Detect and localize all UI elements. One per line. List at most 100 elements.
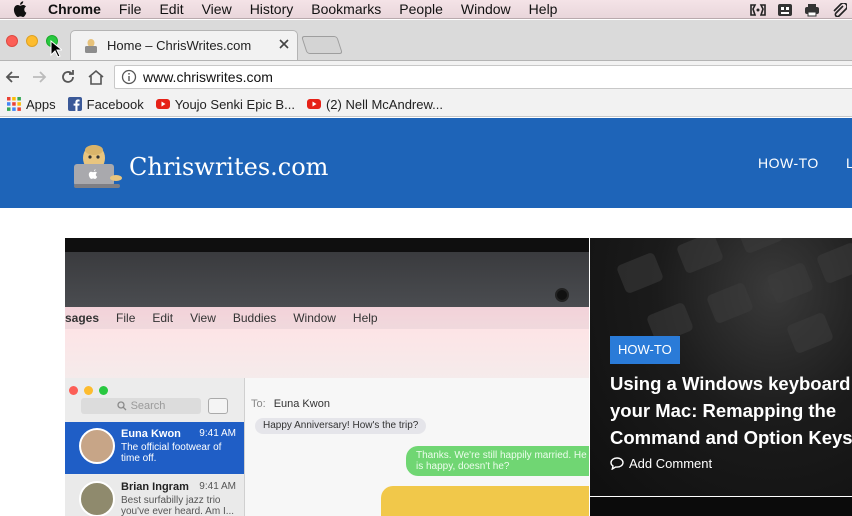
conversation-time: 9:41 AM [199, 428, 236, 439]
keyboard-key [765, 261, 815, 305]
menu-edit[interactable]: Edit [150, 0, 192, 19]
conversation-snippet: Best surfabilly jazz trio you've ever he… [121, 495, 235, 516]
screenshot-menu-buddies: Buddies [232, 311, 277, 325]
screenshot-minimize-icon [84, 386, 93, 395]
avatar [79, 428, 115, 464]
next-post-card[interactable] [590, 497, 852, 516]
bookmark-apps[interactable]: Apps [7, 97, 56, 112]
printer-icon[interactable] [803, 2, 821, 18]
youtube-icon [155, 97, 170, 111]
keyboard-key [815, 241, 852, 285]
bookmark-label: Facebook [86, 96, 144, 112]
menu-file[interactable]: File [110, 0, 151, 19]
add-comment-link[interactable]: Add Comment [610, 456, 712, 471]
screenshot-messages-window: Search Euna Kwon 9:41 AM The official fo… [65, 378, 589, 516]
screenshot-sidebar: Search Euna Kwon 9:41 AM The official fo… [65, 378, 245, 516]
incoming-bubble: Happy Anniversary! How's the trip? [255, 418, 427, 434]
screenshot-conversation: Brian Ingram 9:41 AM Best surfabilly jaz… [65, 475, 244, 516]
outgoing-bubble: Thanks. We're still happily married. He … [406, 446, 589, 476]
screenshot-desktop [65, 329, 589, 378]
contacts-icon[interactable] [776, 2, 794, 18]
screenshot-maximize-icon [99, 386, 108, 395]
tab-title: Home – ChrisWrites.com [107, 38, 252, 53]
post-title-line: Command and Option Keys [610, 427, 852, 448]
bluetooth-like-icon[interactable] [749, 2, 767, 18]
mouse-cursor-icon [50, 40, 62, 58]
screenshot-menu-file: File [116, 311, 136, 325]
menubar-tray [749, 0, 848, 19]
url-text[interactable]: www.chriswrites.com [143, 69, 273, 85]
avatar [79, 481, 115, 516]
category-badge[interactable]: HOW-TO [610, 336, 680, 364]
apps-grid-icon [7, 97, 21, 111]
camera-icon [555, 288, 569, 302]
new-tab-button[interactable] [301, 36, 343, 54]
nav-next-item[interactable]: L [846, 155, 852, 171]
menu-help[interactable]: Help [520, 0, 567, 19]
site-favicon-icon [83, 38, 99, 54]
screenshot-menu-edit: Edit [152, 311, 174, 325]
keyboard-key [735, 238, 785, 255]
site-header: Chriswrites.com HOW-TO L [0, 118, 852, 208]
comment-label: Add Comment [629, 456, 713, 471]
menu-people[interactable]: People [390, 0, 452, 19]
menu-app-chrome[interactable]: Chrome [44, 0, 110, 19]
macos-menubar: Chrome File Edit View History Bookmarks … [0, 0, 852, 19]
post-title-line: Using a Windows keyboard o [610, 373, 852, 394]
window-close-icon[interactable] [6, 35, 18, 47]
home-icon[interactable] [86, 67, 106, 87]
tab-strip: Home – ChrisWrites.com [0, 20, 852, 60]
screenshot-conversation: Euna Kwon 9:41 AM The official footwear … [65, 422, 244, 474]
bookmark-youjo-senki[interactable]: Youjo Senki Epic B... [155, 96, 295, 112]
keyboard-key [675, 238, 725, 275]
screenshot-menubar: sages File Edit View Buddies Window Help [65, 307, 589, 329]
screenshot-close-icon [69, 386, 78, 395]
comment-icon [610, 457, 624, 471]
screenshot-menu-help: Help [352, 311, 378, 325]
tab-close-icon[interactable] [277, 37, 291, 51]
to-value: Euna Kwon [273, 398, 330, 410]
site-logo-icon[interactable] [72, 140, 124, 190]
window-minimize-icon[interactable] [26, 35, 38, 47]
photo-bubble [381, 486, 589, 516]
bookmarks-bar: Apps Facebook Youjo Senki Epic B... (2) … [0, 92, 852, 117]
mac-lid [65, 238, 589, 252]
site-title[interactable]: Chriswrites.com [129, 153, 328, 181]
screenshot-search: Search [81, 398, 201, 414]
site-info-icon[interactable] [121, 69, 137, 85]
menu-view[interactable]: View [193, 0, 241, 19]
to-label: To: [251, 398, 266, 410]
keyboard-key [785, 311, 835, 355]
screenshot-to-field: To: Euna Kwon [251, 398, 330, 410]
apple-icon[interactable] [13, 0, 29, 19]
mac-bezel [65, 252, 589, 307]
bookmark-label: Youjo Senki Epic B... [174, 96, 295, 112]
featured-image-messages[interactable]: sages File Edit View Buddies Window Help… [65, 238, 589, 516]
youtube-icon [306, 97, 321, 111]
post-title-line: your Mac: Remapping the [610, 400, 837, 421]
bookmark-nell-mcandrew[interactable]: (2) Nell McAndrew... [306, 96, 443, 112]
address-bar[interactable]: www.chriswrites.com [114, 65, 852, 89]
nav-how-to[interactable]: HOW-TO [758, 155, 819, 171]
back-arrow-icon[interactable] [2, 67, 22, 87]
tab-active[interactable]: Home – ChrisWrites.com [70, 30, 298, 60]
reload-icon[interactable] [58, 67, 78, 87]
forward-arrow-icon[interactable] [30, 67, 50, 87]
screenshot-search-placeholder: Search [130, 400, 166, 412]
search-icon [116, 401, 127, 411]
menu-history[interactable]: History [241, 0, 303, 19]
conversation-snippet: The official footwear of time off. [121, 442, 222, 464]
menu-bookmarks[interactable]: Bookmarks [302, 0, 390, 19]
bookmark-label: Apps [26, 96, 56, 112]
bookmark-label: (2) Nell McAndrew... [325, 96, 443, 112]
post-title[interactable]: Using a Windows keyboard o your Mac: Rem… [610, 370, 852, 451]
bookmark-facebook[interactable]: Facebook [67, 96, 144, 112]
compose-icon [208, 398, 228, 414]
browser-toolbar: www.chriswrites.com [0, 60, 852, 92]
keyboard-key [615, 251, 665, 295]
conversation-time: 9:41 AM [199, 481, 236, 492]
keyboard-key [705, 281, 755, 325]
attachment-icon[interactable] [830, 2, 848, 18]
menu-window[interactable]: Window [452, 0, 520, 19]
facebook-icon [67, 97, 82, 111]
